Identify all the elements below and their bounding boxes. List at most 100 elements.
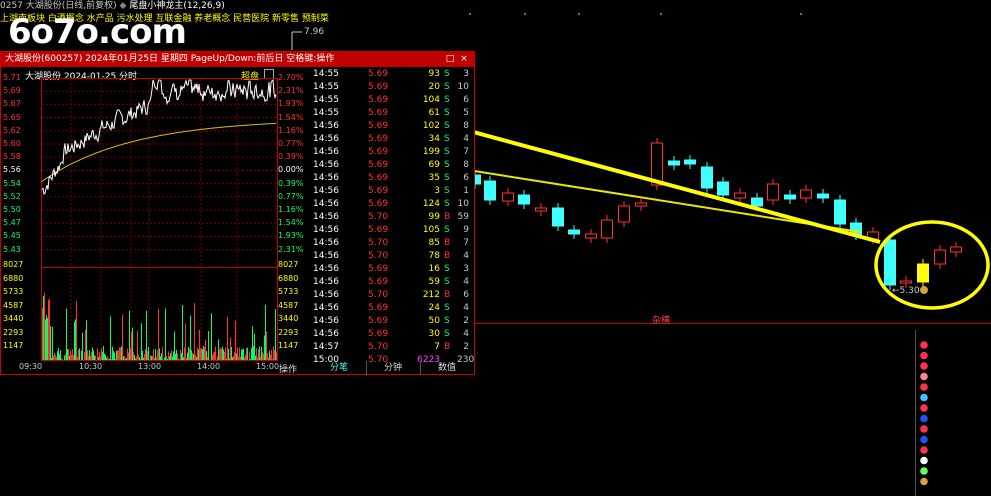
tick-price: 5.70 xyxy=(368,238,389,248)
candle-body xyxy=(734,192,746,199)
tick-row[interactable]: 14:56 5.69 35 S 6 xyxy=(312,172,472,185)
tick-row[interactable]: 14:55 5.69 20 S 10 xyxy=(312,81,472,94)
tick-row[interactable]: 14:56 5.69 24 S 4 xyxy=(312,302,472,315)
tick-row[interactable]: 14:56 5.69 199 S 7 xyxy=(312,146,472,159)
tick-row[interactable]: 14:55 5.69 104 S 6 xyxy=(312,94,472,107)
volume-tick-label: 4587 xyxy=(3,300,24,310)
tick-price: 5.69 xyxy=(368,277,389,287)
tick-time: 14:56 xyxy=(313,264,339,274)
tick-tabs[interactable]: 分笔 分钟 数值 xyxy=(312,361,474,375)
close-button[interactable]: × xyxy=(459,54,469,64)
candle-body xyxy=(834,199,846,225)
tick-row[interactable]: 14:56 5.69 3 S 1 xyxy=(312,185,472,198)
tick-time: 14:56 xyxy=(313,303,339,313)
tick-row[interactable]: 14:56 5.69 59 S 4 xyxy=(312,276,472,289)
candle-body xyxy=(535,207,547,212)
tick-volume: 102 xyxy=(422,121,440,131)
tick-time: 14:56 xyxy=(313,212,339,222)
tick-direction: S xyxy=(444,134,450,144)
tick-count: 4 xyxy=(463,251,469,261)
close-icon: × xyxy=(460,54,468,64)
pct-tick-label: 0.39% xyxy=(278,152,304,162)
pct-tick-label: 1.54% xyxy=(278,218,304,228)
tick-count: 6 xyxy=(463,173,469,183)
price-tick-label: 5.56 xyxy=(3,165,21,175)
candle-body xyxy=(934,249,946,265)
tick-row[interactable]: 14:56 5.69 124 S 10 xyxy=(312,198,472,211)
candle-body xyxy=(568,229,580,235)
tick-row[interactable]: 14:56 5.69 50 S 2 xyxy=(312,315,472,328)
tick-price: 5.69 xyxy=(368,316,389,326)
tick-row[interactable]: 14:55 5.69 93 S 3 xyxy=(312,68,472,81)
pct-tick-label: 0.39% xyxy=(278,178,304,188)
tick-count: 7 xyxy=(463,238,469,248)
tick-row[interactable]: 14:56 5.69 105 S 9 xyxy=(312,224,472,237)
tick-volume: 212 xyxy=(422,290,440,300)
candle-body xyxy=(884,239,896,286)
price-tick-label: 5.50 xyxy=(3,205,21,214)
restore-button[interactable]: □ xyxy=(445,54,455,64)
tick-time: 14:56 xyxy=(313,134,339,144)
tick-volume: 69 xyxy=(428,160,440,170)
tick-direction: S xyxy=(444,225,450,235)
tick-row[interactable]: 14:56 5.70 78 B 4 xyxy=(312,250,472,263)
tick-volume: 93 xyxy=(428,69,440,79)
tick-row[interactable]: 14:57 5.70 7 B 2 xyxy=(312,341,472,354)
tick-count: 10 xyxy=(457,199,469,209)
tick-row[interactable]: 14:56 5.69 16 S 3 xyxy=(312,263,472,276)
volume-tick-label: 5733 xyxy=(3,287,24,296)
candle-body xyxy=(817,193,829,199)
signal-icon xyxy=(920,467,928,475)
price-tick-label: 5.60 xyxy=(3,139,21,148)
intraday-popup-window[interactable]: 大湖股份(600257) 2024年01月25日 星期四 PageUp/Down… xyxy=(0,51,475,375)
pct-tick-label: 2.70% xyxy=(278,73,304,82)
tick-price: 5.69 xyxy=(368,82,389,92)
candle-body xyxy=(618,205,630,223)
candle-body xyxy=(518,194,530,205)
signal-icon xyxy=(920,393,928,402)
tick-direction: S xyxy=(444,316,450,326)
restore-icon: □ xyxy=(445,54,455,64)
operation-label[interactable]: 操作 xyxy=(279,362,297,375)
tick-direction: B xyxy=(444,251,451,261)
tab-value[interactable]: 数值 xyxy=(420,361,474,375)
candle-body xyxy=(684,159,696,165)
tick-direction: S xyxy=(444,264,450,274)
signal-icon xyxy=(920,446,928,454)
price-tick-label: 5.52 xyxy=(3,191,21,201)
tick-row[interactable]: 14:56 5.69 102 S 8 xyxy=(312,120,472,133)
tick-price: 5.69 xyxy=(368,303,389,313)
tick-row[interactable]: 14:56 5.70 85 B 7 xyxy=(312,237,472,250)
tick-row[interactable]: 14:56 5.70 99 B 59 xyxy=(312,211,472,224)
tick-row[interactable]: 14:56 5.69 30 S 4 xyxy=(312,328,472,341)
tick-row[interactable]: 14:56 5.69 34 S 4 xyxy=(312,133,472,146)
price-tick-label: 5.67 xyxy=(3,99,21,109)
tick-volume: 105 xyxy=(422,225,440,235)
volume-tick-label-right: 4587 xyxy=(278,300,299,310)
tick-count: 1 xyxy=(463,186,469,196)
signal-icon xyxy=(920,414,928,423)
tab-minute[interactable]: 分钟 xyxy=(366,361,421,375)
price-tick-label: 5.47 xyxy=(3,218,21,228)
tick-row[interactable]: 14:56 5.70 212 B 6 xyxy=(312,289,472,302)
tick-direction: S xyxy=(444,173,450,183)
tick-volume: 50 xyxy=(428,316,440,326)
pct-tick-label: 0.77% xyxy=(278,191,304,201)
time-tick-label: 13:00 xyxy=(138,362,162,371)
tick-volume: 24 xyxy=(428,303,440,313)
tick-count: 6 xyxy=(463,95,469,105)
pct-tick-label: 1.93% xyxy=(278,231,304,241)
intraday-chart[interactable] xyxy=(1,52,312,376)
tick-direction: B xyxy=(444,290,451,300)
time-tick-label: 09:30 xyxy=(19,362,43,371)
tick-row[interactable]: 14:56 5.69 69 S 8 xyxy=(312,159,472,172)
tab-tick[interactable]: 分笔 xyxy=(312,361,367,375)
tick-time: 14:56 xyxy=(313,186,339,196)
signal-icons-column xyxy=(920,286,928,486)
tick-row[interactable]: 14:55 5.69 61 S 5 xyxy=(312,107,472,120)
tick-volume: 78 xyxy=(428,251,440,261)
candle-body xyxy=(751,197,763,207)
candle-body xyxy=(784,194,796,200)
tick-price: 5.69 xyxy=(368,108,389,118)
price-tick-label: 5.65 xyxy=(3,112,21,122)
